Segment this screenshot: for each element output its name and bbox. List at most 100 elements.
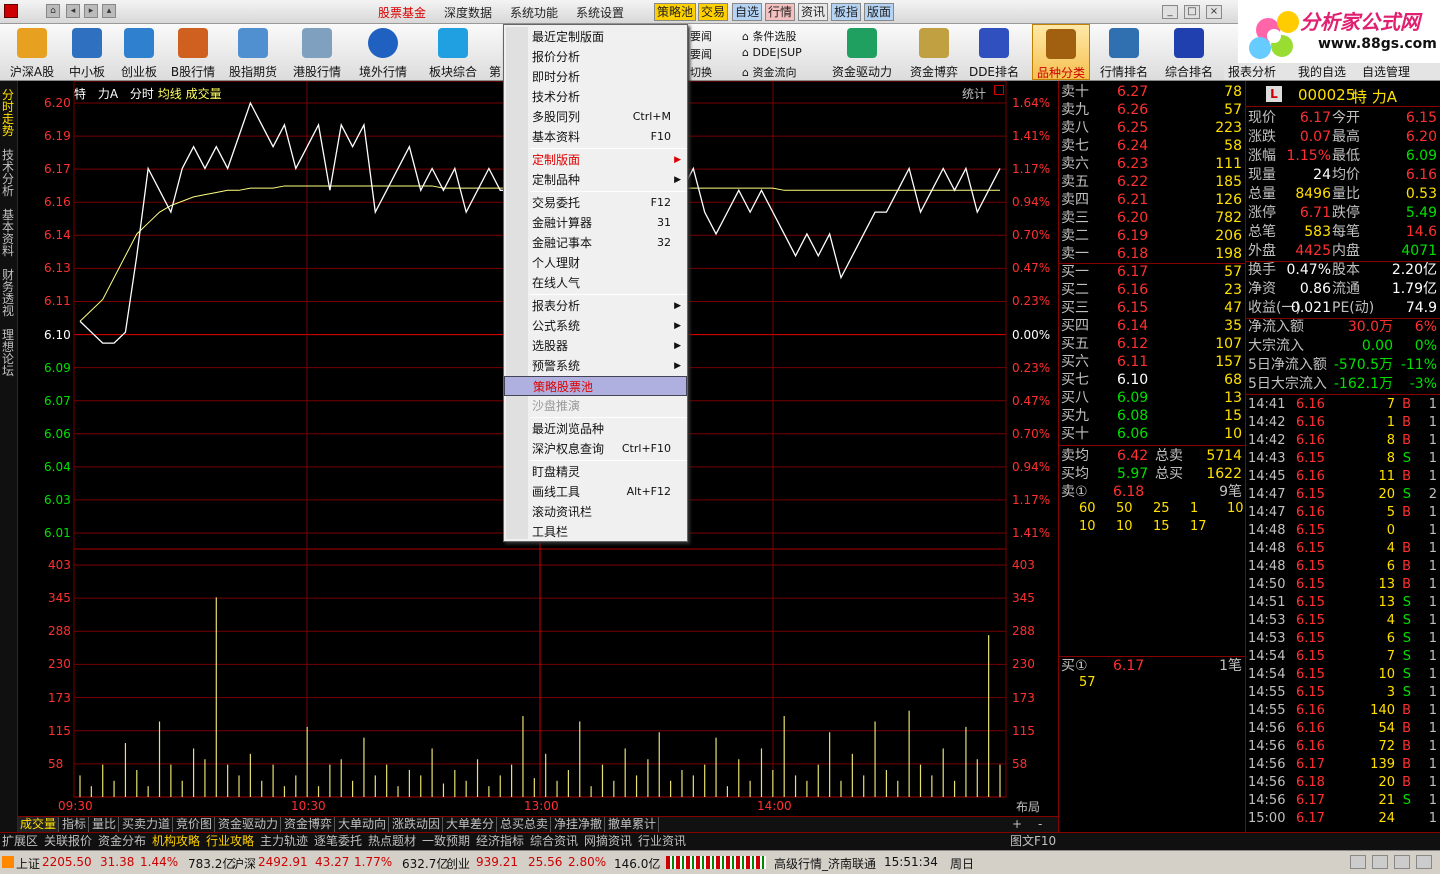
menu-item-24[interactable]: 工具栏: [504, 522, 687, 542]
figure-f10-button[interactable]: 图文F10: [1010, 833, 1056, 850]
tick-row[interactable]: 14:53 6.15 6 S 1: [1246, 630, 1440, 648]
tick-row[interactable]: 14:48 6.15 4 B 1: [1246, 540, 1440, 558]
tab-technical[interactable]: 技术分析: [2, 149, 16, 197]
menu-item-14[interactable]: 公式系统 ▶: [504, 316, 687, 336]
mini-dde-sup[interactable]: ⌂ DDE|SUP: [742, 46, 802, 59]
menu-item-4[interactable]: 多股同列 Ctrl+M: [504, 107, 687, 127]
tag-quotes[interactable]: 行情: [765, 3, 796, 21]
strip-item-1[interactable]: 关联报价: [44, 833, 92, 850]
tick-row[interactable]: 14:48 6.15 6 B 1: [1246, 558, 1440, 576]
menu-item-16[interactable]: 预警系统 ▶: [504, 356, 687, 376]
tag-layout[interactable]: 版面: [864, 3, 895, 21]
buy-level-row[interactable]: 买九 6.08 15: [1059, 407, 1246, 425]
tool-partial[interactable]: 第: [486, 24, 504, 80]
buy-level-row[interactable]: 买五 6.12 107: [1059, 335, 1246, 353]
close-button[interactable]: ×: [1206, 5, 1222, 19]
settings-icon[interactable]: [1372, 855, 1388, 869]
indicator-tab-12[interactable]: 撤单累计: [606, 817, 660, 833]
tool-fund-drive[interactable]: 资金驱动力: [830, 24, 894, 80]
home-icon[interactable]: ⌂: [46, 4, 60, 18]
indicator-tab-5[interactable]: 资金驱动力: [216, 817, 282, 833]
sell-level-row[interactable]: 卖四 6.21 126: [1059, 191, 1246, 209]
tick-row[interactable]: 14:55 6.16 140 B 1: [1246, 702, 1440, 720]
tag-news[interactable]: 资讯: [798, 3, 829, 21]
menu-item-15[interactable]: 选股器 ▶: [504, 336, 687, 356]
up-icon[interactable]: ▴: [102, 4, 116, 18]
cy-index[interactable]: 939.21: [476, 855, 518, 869]
mail-icon[interactable]: [1350, 855, 1366, 869]
tab-intraday[interactable]: 分时走势: [2, 89, 16, 137]
strip-item-8[interactable]: 一致预期: [422, 833, 470, 850]
strip-item-6[interactable]: 逐笔委托: [314, 833, 362, 850]
menu-item-3[interactable]: 技术分析: [504, 87, 687, 107]
tag-board-index[interactable]: 板指: [831, 3, 862, 21]
minimize-button[interactable]: _: [1162, 5, 1178, 19]
strip-item-7[interactable]: 热点题材: [368, 833, 416, 850]
menu-stocks-funds[interactable]: 股票基金: [378, 4, 426, 21]
indicator-tab-6[interactable]: 资金博弈: [282, 817, 336, 833]
strip-item-3[interactable]: 机构攻略: [152, 833, 200, 850]
strip-item-11[interactable]: 网摘资讯: [584, 833, 632, 850]
strip-item-9[interactable]: 经济指标: [476, 833, 524, 850]
buy-level-row[interactable]: 买一 6.17 57: [1059, 263, 1246, 281]
forward-icon[interactable]: ▸: [84, 4, 98, 18]
tool-fund-game[interactable]: 资金博弈: [904, 24, 964, 80]
indicator-tab-0[interactable]: 成交量: [18, 817, 60, 833]
tab-forum[interactable]: 理想论坛: [2, 329, 16, 377]
sz-index[interactable]: 2492.91: [258, 855, 308, 869]
menu-item-21[interactable]: 盯盘精灵: [504, 462, 687, 482]
indicator-tab-9[interactable]: 大单差分: [444, 817, 498, 833]
tick-row[interactable]: 14:42 6.16 8 B 1: [1246, 432, 1440, 450]
tool-shsz-a[interactable]: 沪深A股: [4, 24, 60, 80]
zoom-out-button[interactable]: -: [1038, 817, 1042, 831]
strip-item-4[interactable]: 行业攻略: [206, 833, 254, 850]
tick-row[interactable]: 15:00 6.17 24 1: [1246, 810, 1440, 828]
tick-row[interactable]: 14:43 6.15 8 S 1: [1246, 450, 1440, 468]
maximize-button[interactable]: □: [1184, 5, 1200, 19]
indicator-tab-8[interactable]: 涨跌动因: [390, 817, 444, 833]
tool-b-shares[interactable]: B股行情: [166, 24, 220, 80]
sell-level-row[interactable]: 卖三 6.20 782: [1059, 209, 1246, 227]
menu-item-13[interactable]: 报表分析 ▶: [504, 296, 687, 316]
tick-row[interactable]: 14:50 6.15 13 B 1: [1246, 576, 1440, 594]
tool-overseas[interactable]: 境外行情: [352, 24, 414, 80]
menu-item-1[interactable]: 报价分析: [504, 47, 687, 67]
strip-item-2[interactable]: 资金分布: [98, 833, 146, 850]
sell-level-row[interactable]: 卖八 6.25 223: [1059, 119, 1246, 137]
tab-financials[interactable]: 财务透视: [2, 269, 16, 317]
tool-sector-summary[interactable]: 板块综合: [422, 24, 484, 80]
layout-button[interactable]: 布局: [1016, 798, 1040, 815]
buy-level-row[interactable]: 买七 6.10 68: [1059, 371, 1246, 389]
tab-basic-info[interactable]: 基本资料: [2, 209, 16, 257]
expand-icon[interactable]: [994, 85, 1004, 95]
tick-row[interactable]: 14:47 6.15 20 S 2: [1246, 486, 1440, 504]
sell-level-row[interactable]: 卖九 6.26 57: [1059, 101, 1246, 119]
tick-row[interactable]: 14:48 6.15 0 1: [1246, 522, 1440, 540]
tool-gem[interactable]: 创业板: [114, 24, 164, 80]
menu-item-20[interactable]: 深沪权息查询 Ctrl+F10: [504, 439, 687, 459]
zoom-in-button[interactable]: +: [1012, 817, 1022, 831]
strip-item-10[interactable]: 综合资讯: [530, 833, 578, 850]
menu-item-7[interactable]: 定制品种 ▶: [504, 170, 687, 190]
tick-row[interactable]: 14:47 6.16 5 B 1: [1246, 504, 1440, 522]
mini-condition-pick[interactable]: ⌂ 条件选股: [742, 28, 796, 44]
server-name[interactable]: 高级行情_济南联通: [774, 855, 876, 872]
buy-level-row[interactable]: 买三 6.15 47: [1059, 299, 1246, 317]
sell-level-row[interactable]: 卖一 6.18 198: [1059, 245, 1246, 263]
tool-sme[interactable]: 中小板: [62, 24, 112, 80]
tool-composite-rank[interactable]: 综合排名: [1160, 24, 1218, 80]
sell-level-row[interactable]: 卖六 6.23 111: [1059, 155, 1246, 173]
tool-my-watchlist[interactable]: 我的自选: [1298, 63, 1346, 80]
sell-level-row[interactable]: 卖二 6.19 206: [1059, 227, 1246, 245]
tick-row[interactable]: 14:51 6.15 13 S 1: [1246, 594, 1440, 612]
mini-news-2[interactable]: 要闻: [690, 46, 712, 62]
buy1-queue-header[interactable]: 买① 6.17 1笔: [1059, 657, 1246, 675]
info-icon[interactable]: [1394, 855, 1410, 869]
indicator-tab-2[interactable]: 量比: [90, 817, 120, 833]
menu-item-6[interactable]: 定制版面 ▶: [504, 150, 687, 170]
strip-item-5[interactable]: 主力轨迹: [260, 833, 308, 850]
menu-system-functions[interactable]: 系统功能: [510, 4, 558, 21]
lock-icon[interactable]: [1416, 855, 1432, 869]
tag-watchlist[interactable]: 自选: [732, 3, 763, 21]
indicator-tab-4[interactable]: 竞价图: [174, 817, 216, 833]
